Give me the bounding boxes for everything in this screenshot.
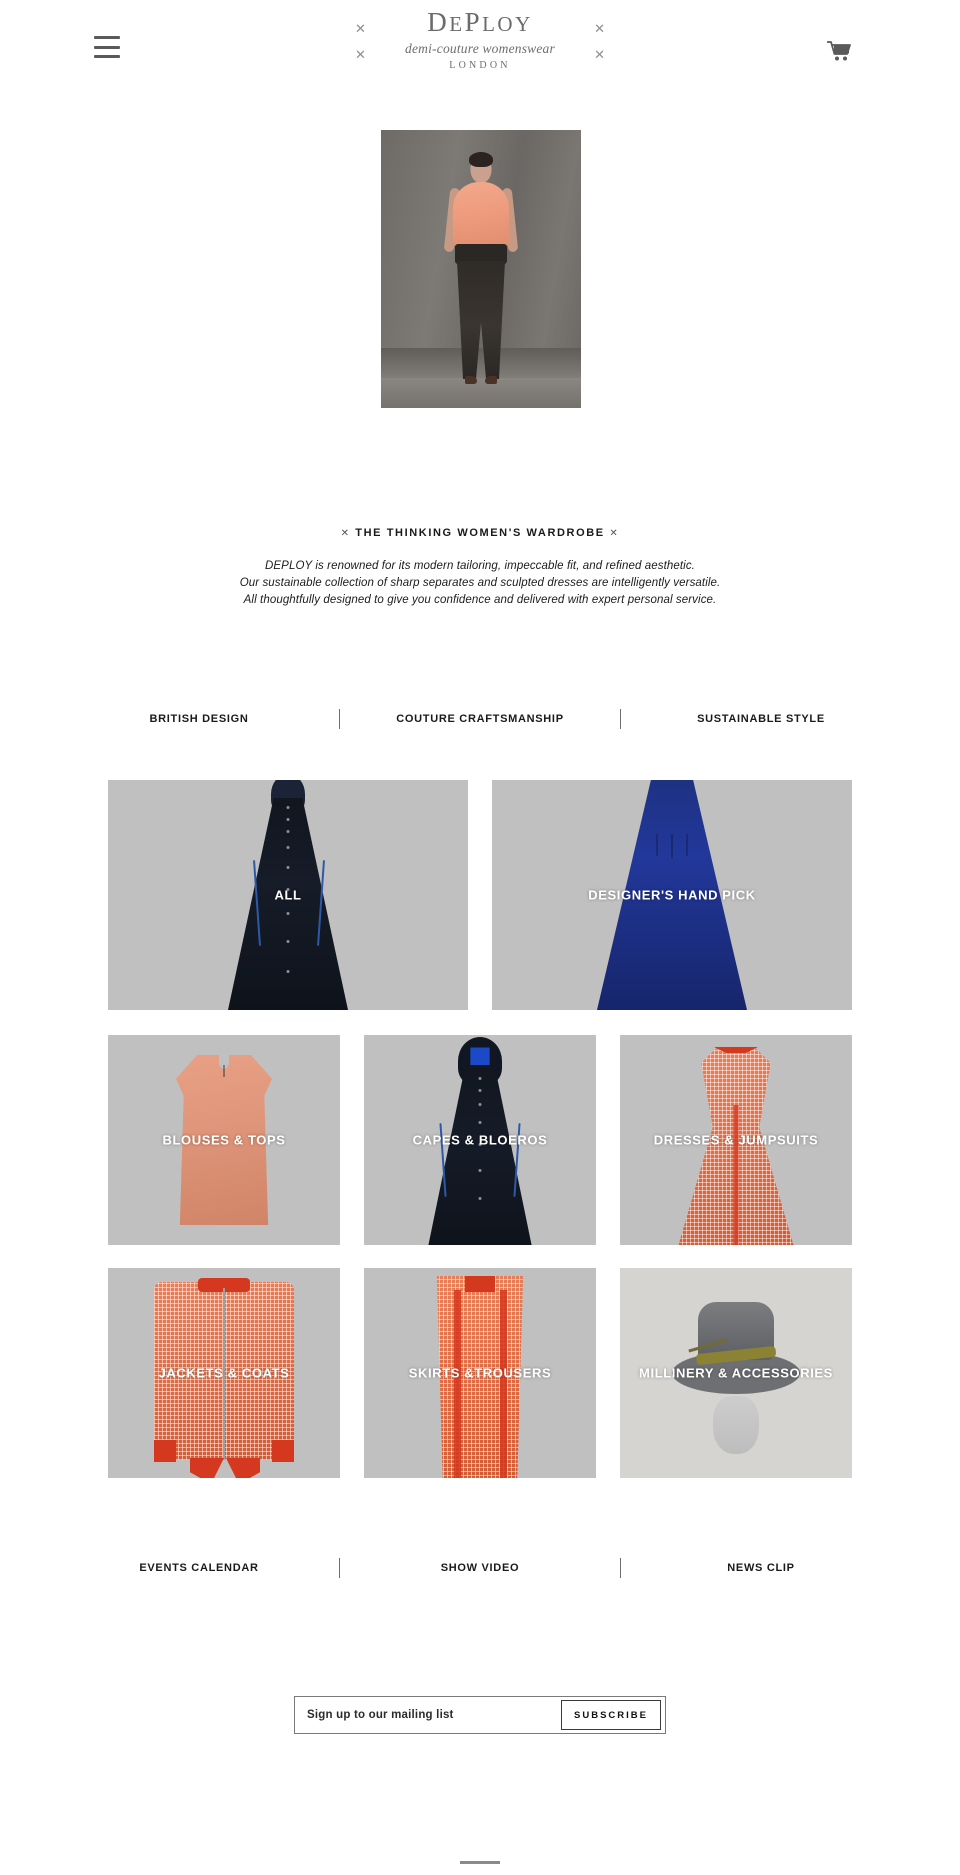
category-label: DESIGNER'S HAND PICK: [588, 887, 756, 903]
intro-line-2: Our sustainable collection of sharp sepa…: [239, 577, 721, 589]
media-link-news-clip[interactable]: NEWS CLIP: [661, 1562, 861, 1574]
category-label: MILLINERY & ACCESSORIES: [639, 1365, 833, 1381]
hero-image[interactable]: [381, 130, 581, 408]
model-hair: [469, 152, 493, 167]
intro-line-1: DEPLOY is renowned for its modern tailor…: [265, 560, 695, 572]
hamburger-menu-icon[interactable]: [94, 36, 120, 58]
category-tile-dresses-jumpsuits[interactable]: DRESSES & JUMPSUITS: [620, 1035, 852, 1245]
category-grid-row-3: JACKETS & COATS SKIRTS &TROUSERS MILLINE…: [108, 1268, 852, 1478]
logo-name: DEPLOY: [427, 7, 533, 37]
category-grid-row-2: BLOUSES & TOPS CAPES & BLOEROS DRESSES &…: [108, 1035, 852, 1245]
site-logo[interactable]: ✕ ✕ ✕ ✕ DEPLOY demi-couture womenswear L…: [330, 7, 630, 71]
intro-line-3: All thoughtfully designed to give you co…: [243, 594, 717, 606]
model-blouse: [453, 182, 509, 250]
category-tile-jackets-coats[interactable]: JACKETS & COATS: [108, 1268, 340, 1478]
hamburger-line: [94, 45, 120, 49]
logo-wordmark-row: ✕ ✕ ✕ ✕ DEPLOY demi-couture womenswear L…: [330, 7, 630, 71]
model-shoe-right: [485, 376, 497, 384]
subscribe-button[interactable]: SUBSCRIBE: [561, 1700, 661, 1730]
hero-floor: [381, 378, 581, 408]
category-tile-capes-bloeros[interactable]: CAPES & BLOEROS: [364, 1035, 596, 1245]
hamburger-line: [94, 55, 120, 58]
feature-link-sustainable-style[interactable]: SUSTAINABLE STYLE: [661, 713, 861, 725]
newsletter-email-input[interactable]: [295, 1697, 561, 1733]
media-link-events-calendar[interactable]: EVENTS CALENDAR: [99, 1562, 299, 1574]
divider: [339, 709, 340, 729]
hamburger-line: [94, 36, 120, 39]
category-tile-blouses-tops[interactable]: BLOUSES & TOPS: [108, 1035, 340, 1245]
newsletter-signup-form: SUBSCRIBE: [294, 1696, 666, 1734]
decorative-x-icon: ✕: [355, 21, 366, 36]
divider: [620, 1558, 621, 1578]
footer-divider: [460, 1861, 500, 1864]
decorative-x-icon: ✕: [340, 528, 351, 539]
features-link-row: BRITISH DESIGN COUTURE CRAFTSMANSHIP SUS…: [0, 709, 960, 729]
decorative-x-icon: ✕: [355, 47, 366, 62]
intro-description: DEPLOY is renowned for its modern tailor…: [0, 558, 960, 609]
decorative-x-icon: ✕: [594, 21, 605, 36]
site-header: ✕ ✕ ✕ ✕ DEPLOY demi-couture womenswear L…: [0, 0, 960, 100]
category-tile-millinery-accessories[interactable]: MILLINERY & ACCESSORIES: [620, 1268, 852, 1478]
divider: [620, 709, 621, 729]
decorative-x-icon: ✕: [594, 47, 605, 62]
logo-tagline: demi-couture womenswear: [405, 40, 555, 56]
category-tile-designers-hand-pick[interactable]: DESIGNER'S HAND PICK: [492, 780, 852, 1010]
category-label: CAPES & BLOEROS: [412, 1132, 548, 1148]
media-link-show-video[interactable]: SHOW VIDEO: [380, 1562, 580, 1574]
feature-link-british-design[interactable]: BRITISH DESIGN: [99, 713, 299, 725]
feature-link-couture-craftsmanship[interactable]: COUTURE CRAFTSMANSHIP: [380, 713, 580, 725]
category-label: BLOUSES & TOPS: [162, 1132, 286, 1148]
category-grid-featured: ALL DESIGNER'S HAND PICK: [108, 780, 852, 1010]
intro-headline-text: THE THINKING WOMEN'S WARDROBE: [355, 527, 605, 539]
category-tile-skirts-trousers[interactable]: SKIRTS &TROUSERS: [364, 1268, 596, 1478]
logo-city: LONDON: [449, 59, 511, 71]
divider: [339, 1558, 340, 1578]
homepage: ✕ ✕ ✕ ✕ DEPLOY demi-couture womenswear L…: [0, 0, 960, 1875]
category-label: SKIRTS &TROUSERS: [408, 1365, 552, 1381]
intro-headline: ✕ THE THINKING WOMEN'S WARDROBE ✕: [0, 527, 960, 539]
category-label: JACKETS & COATS: [158, 1365, 290, 1381]
decorative-x-icon: ✕: [609, 528, 620, 539]
media-link-row: EVENTS CALENDAR SHOW VIDEO NEWS CLIP: [0, 1558, 960, 1578]
hero-floor-shadow: [381, 348, 581, 378]
category-label: ALL: [274, 887, 302, 903]
shopping-cart-icon[interactable]: [826, 40, 852, 67]
category-tile-all[interactable]: ALL: [108, 780, 468, 1010]
model-shoe-left: [465, 376, 477, 384]
category-label: DRESSES & JUMPSUITS: [653, 1132, 819, 1148]
